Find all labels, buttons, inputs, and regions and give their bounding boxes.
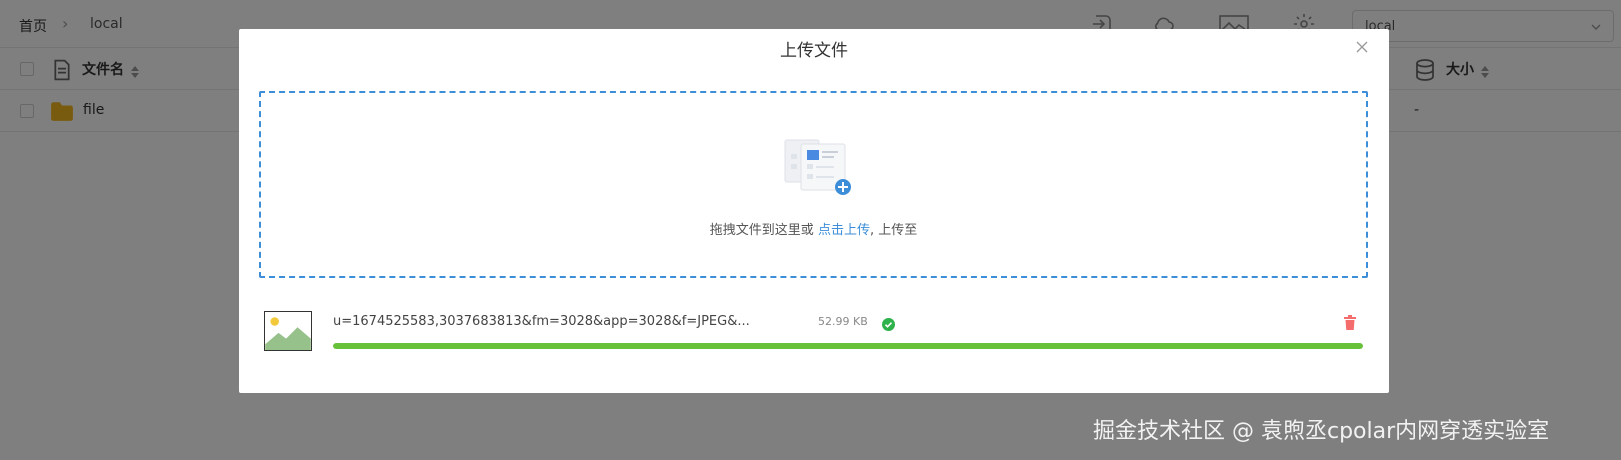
upload-file-name: u=1674525583,3037683813&fm=3028&app=3028… [333,314,750,329]
upload-dropzone[interactable]: 拖拽文件到这里或 点击上传, 上传至 [259,91,1368,278]
dialog-title: 上传文件 [780,41,848,61]
upload-progress-fill [333,343,1363,349]
success-check-icon [882,316,895,331]
click-upload-link[interactable]: 点击上传 [818,223,870,238]
watermark-text: 掘金技术社区 @ 袁煦丞cpolar内网穿透实验室 [1093,419,1550,444]
upload-files-icon [783,136,853,196]
drop-instruction: 拖拽文件到这里或 [709,223,814,238]
upload-progress-bar [333,343,1363,349]
trash-icon[interactable] [1343,315,1357,330]
upload-file-item: u=1674525583,3037683813&fm=3028&app=3028… [264,311,1364,371]
close-icon[interactable] [1355,39,1369,53]
dropzone-text: 拖拽文件到这里或 点击上传, 上传至 [261,219,1366,238]
upload-file-size: 52.99 KB [818,315,868,328]
upload-dialog: 上传文件 拖拽文件到这里或 点击上传, 上传至 u=1674525583,303… [239,29,1389,393]
drop-suffix: , 上传至 [869,223,918,238]
image-thumbnail-icon [264,311,312,351]
